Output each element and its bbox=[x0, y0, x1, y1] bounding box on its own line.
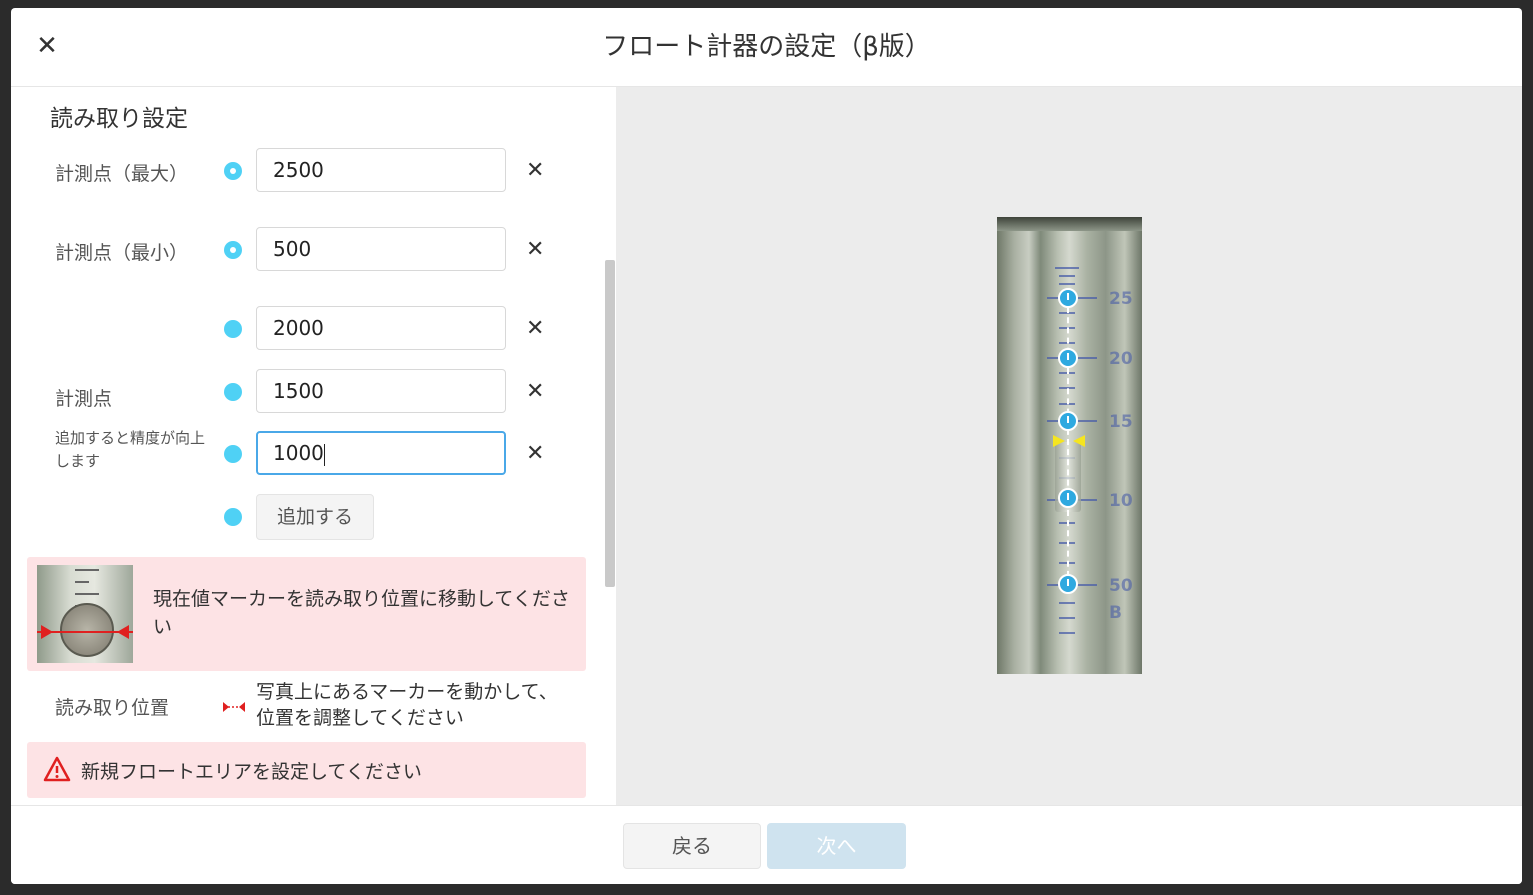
section-title: 読み取り設定 bbox=[50, 106, 188, 132]
marker-instruction-alert: 現在値マーカーを読み取り位置に移動してください bbox=[27, 557, 586, 671]
point-input-focused[interactable]: 1000 ▲▼ bbox=[256, 431, 506, 475]
read-position-marker-icon bbox=[223, 702, 245, 712]
scrollbar-thumb[interactable] bbox=[605, 260, 615, 587]
point-delete-icon[interactable]: ✕ bbox=[526, 316, 544, 341]
min-point-dot-icon bbox=[224, 241, 242, 259]
dialog-title: フロート計器の設定（β版） bbox=[602, 32, 931, 62]
float-meter-settings-dialog: フロート計器の設定（β版） ✕ 読み取り設定 計測点（最大） 2500 ✕ 計測… bbox=[11, 8, 1522, 884]
marker-instruction-text: 現在値マーカーを読み取り位置に移動してください bbox=[153, 588, 570, 638]
dialog-header: フロート計器の設定（β版） ✕ bbox=[11, 8, 1522, 87]
point-delete-icon[interactable]: ✕ bbox=[526, 379, 544, 404]
min-point-input[interactable]: 500 bbox=[256, 227, 506, 271]
float-area-alert-text: 新規フロートエリアを設定してください bbox=[81, 761, 422, 783]
point-dot-icon bbox=[224, 383, 242, 401]
text-caret bbox=[323, 443, 325, 466]
point-dot-icon bbox=[224, 320, 242, 338]
measure-point-marker[interactable] bbox=[1058, 488, 1078, 508]
measure-point-marker[interactable] bbox=[1058, 288, 1078, 308]
photo-preview-panel: 25 20 15 10 50 B bbox=[616, 87, 1522, 805]
float-marker-example-image bbox=[37, 565, 133, 663]
measure-point-marker[interactable] bbox=[1058, 348, 1078, 368]
settings-panel: 読み取り設定 計測点（最大） 2500 ✕ 計測点（最小） 500 ✕ 計測点 … bbox=[11, 87, 616, 805]
current-value-marker-icon[interactable] bbox=[1053, 434, 1085, 448]
flowmeter-photo: 25 20 15 10 50 B bbox=[997, 217, 1142, 674]
point-input[interactable]: 2000 bbox=[256, 306, 506, 350]
point-dot-icon bbox=[224, 445, 242, 463]
max-point-input[interactable]: 2500 bbox=[256, 148, 506, 192]
back-button[interactable]: 戻る bbox=[623, 823, 761, 869]
min-point-label: 計測点（最小） bbox=[55, 242, 189, 264]
close-icon[interactable]: ✕ bbox=[31, 30, 63, 62]
point-delete-icon[interactable]: ✕ bbox=[526, 441, 544, 466]
add-point-dot-icon bbox=[224, 508, 242, 526]
min-point-delete-icon[interactable]: ✕ bbox=[526, 237, 544, 262]
float-area-alert: 新規フロートエリアを設定してください bbox=[27, 742, 586, 798]
measure-point-marker[interactable] bbox=[1058, 411, 1078, 431]
max-point-dot-icon bbox=[224, 162, 242, 180]
points-label: 計測点 bbox=[55, 388, 113, 410]
read-position-text: 写真上にあるマーカーを動かして、位置を調整してください bbox=[256, 681, 558, 729]
points-hint: 追加すると精度が向上します bbox=[55, 429, 206, 470]
max-point-label: 計測点（最大） bbox=[55, 163, 189, 185]
max-point-delete-icon[interactable]: ✕ bbox=[526, 158, 544, 183]
point-input-value: 1000 bbox=[273, 441, 324, 465]
read-position-label: 読み取り位置 bbox=[55, 697, 170, 719]
point-input[interactable]: 1500 bbox=[256, 369, 506, 413]
next-button[interactable]: 次へ bbox=[767, 823, 906, 869]
measure-point-marker[interactable] bbox=[1058, 574, 1078, 594]
dialog-footer: 戻る 次へ bbox=[11, 805, 1522, 884]
warning-icon bbox=[43, 756, 71, 782]
add-point-button[interactable]: 追加する bbox=[256, 494, 374, 540]
